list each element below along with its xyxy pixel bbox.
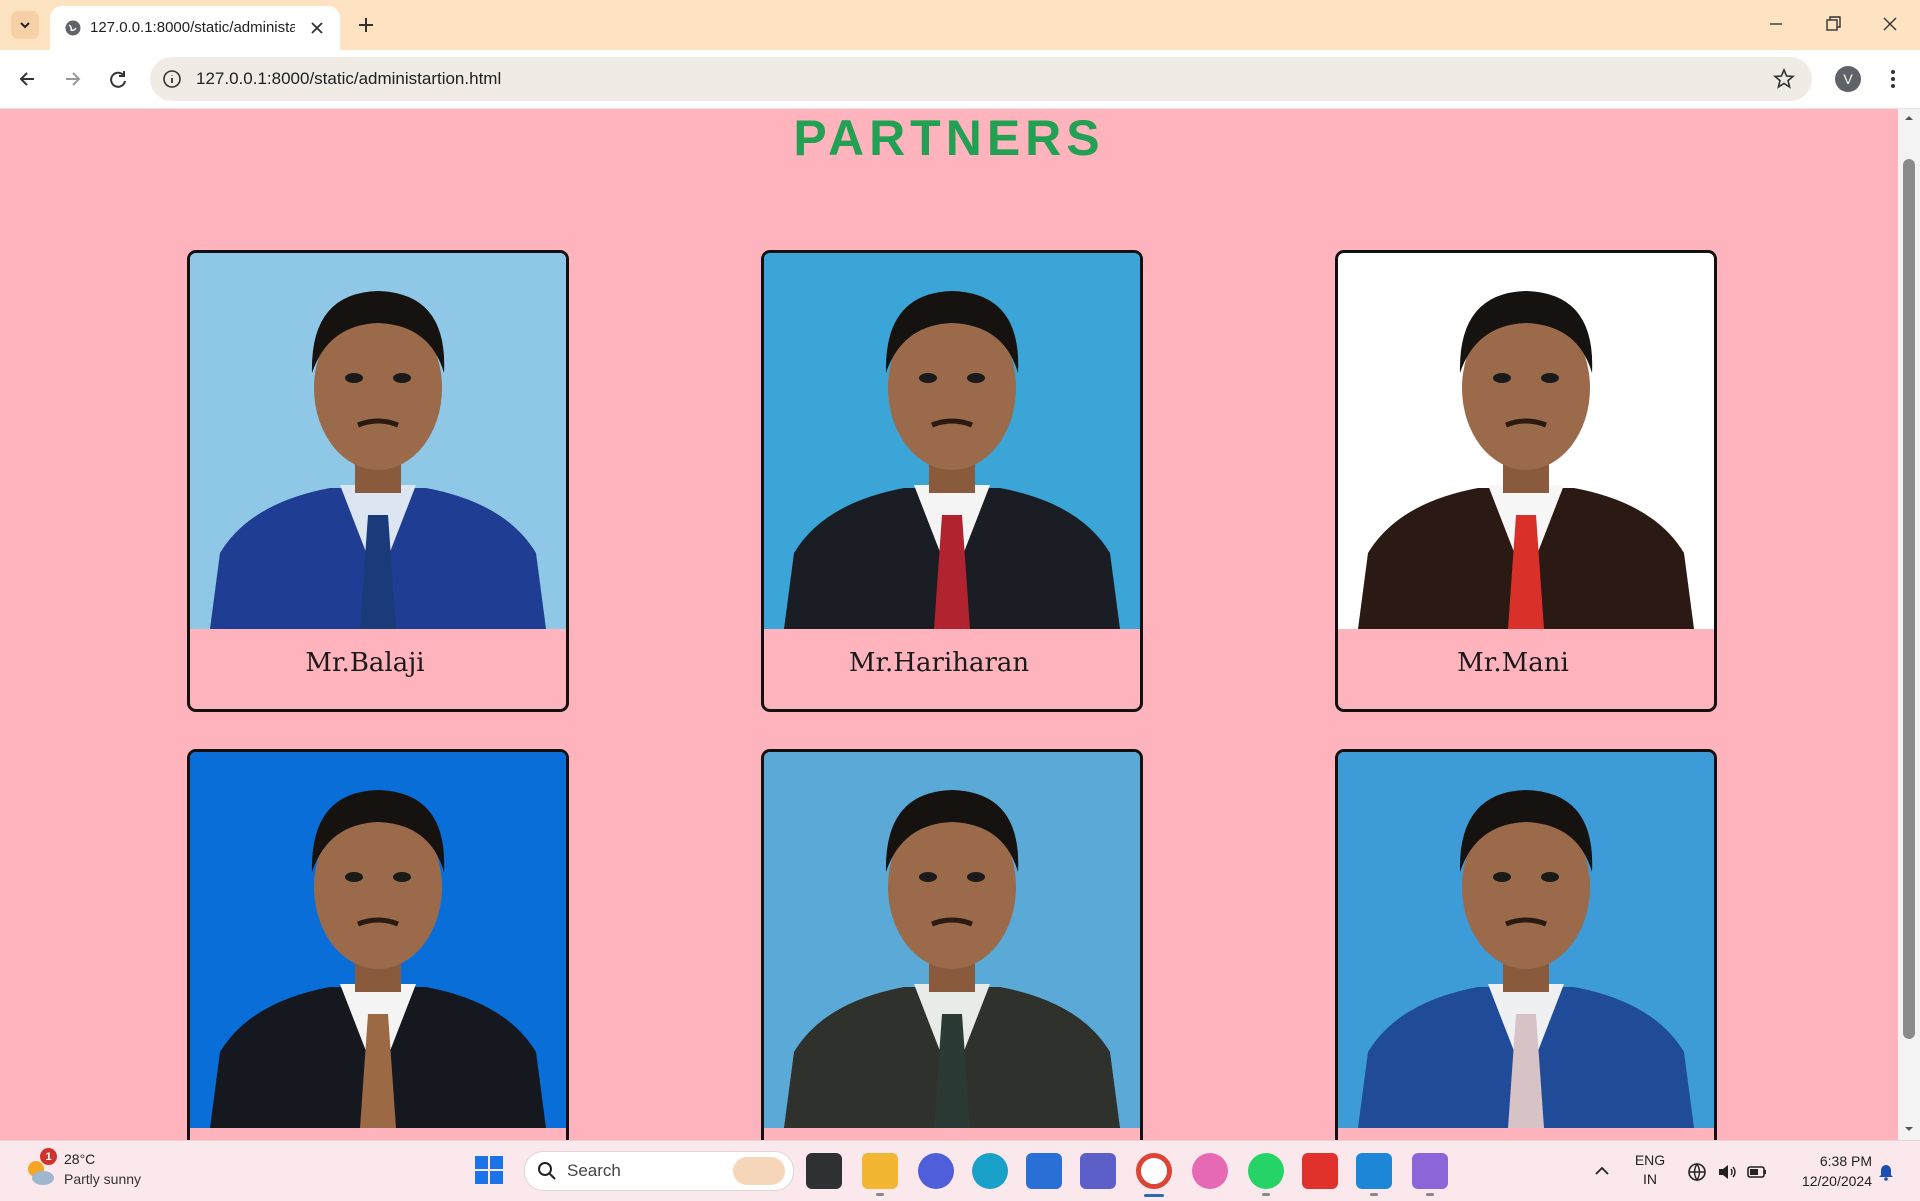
file-explorer-icon[interactable] <box>862 1153 898 1189</box>
partner-card <box>761 749 1143 1140</box>
partner-name: Mr.Mani <box>1457 648 1569 678</box>
copilot-app-icon[interactable] <box>1192 1153 1228 1189</box>
close-icon[interactable] <box>308 19 326 37</box>
right-eye <box>393 373 411 383</box>
notification-bell-icon[interactable] <box>1876 1161 1896 1181</box>
partner-card <box>187 749 569 1140</box>
battery-icon[interactable] <box>1746 1161 1768 1183</box>
kebab-icon[interactable] <box>1880 66 1906 92</box>
left-eye <box>919 872 937 882</box>
tab-title: 127.0.0.1:8000/static/administartion.htm… <box>90 19 295 36</box>
whatsapp-app-icon[interactable] <box>1248 1153 1284 1189</box>
photos-app-icon[interactable] <box>1412 1153 1448 1189</box>
wps-office-icon[interactable] <box>1302 1153 1338 1189</box>
terminal-app-icon[interactable] <box>806 1153 842 1189</box>
language-indicator[interactable]: ENG IN <box>1632 1151 1668 1189</box>
right-eye <box>1541 373 1559 383</box>
region-code: IN <box>1643 1171 1657 1187</box>
reload-icon[interactable] <box>104 65 132 93</box>
partner-card: Mr.Balaji <box>187 250 569 712</box>
plus-icon[interactable] <box>354 13 378 37</box>
arrow-left-icon[interactable] <box>14 65 42 93</box>
clock-time: 6:38 PM <box>1819 1153 1872 1169</box>
scroll-down-icon[interactable] <box>1904 1124 1914 1134</box>
active-tab[interactable]: 127.0.0.1:8000/static/administartion.htm… <box>50 6 340 50</box>
tab-strip: 127.0.0.1:8000/static/administartion.htm… <box>0 0 1920 50</box>
left-eye <box>1493 373 1511 383</box>
weather-temp: 28°C <box>64 1151 96 1167</box>
weather-desc: Partly sunny <box>64 1171 142 1187</box>
partner-card: Mr.Hariharan <box>761 250 1143 712</box>
right-eye <box>393 872 411 882</box>
right-eye <box>967 872 985 882</box>
browser-toolbar: 127.0.0.1:8000/static/administartion.htm… <box>0 50 1920 109</box>
right-eye <box>967 373 985 383</box>
partner-photo <box>764 752 1140 1128</box>
partner-card <box>1335 749 1717 1140</box>
star-icon[interactable] <box>1772 67 1796 91</box>
tab-search-button[interactable] <box>11 11 39 39</box>
system-clock[interactable]: 6:38 PM 12/20/2024 <box>1780 1151 1872 1191</box>
weather-widget[interactable]: 1 28°C Partly sunny <box>22 1148 202 1193</box>
page-title: PARTNERS <box>793 110 1105 166</box>
app-running-indicator <box>1262 1193 1270 1196</box>
left-eye <box>345 872 363 882</box>
clock-date: 12/20/2024 <box>1801 1173 1872 1189</box>
partner-name: Mr.Hariharan <box>848 648 1030 678</box>
teams-app-icon[interactable] <box>1080 1153 1116 1189</box>
partner-photo <box>1338 253 1714 629</box>
partner-card: Mr.Mani <box>1335 250 1717 712</box>
vertical-scrollbar[interactable] <box>1898 109 1920 1140</box>
partner-name: Mr.Balaji <box>305 648 425 678</box>
chevron-up-icon[interactable] <box>1592 1161 1612 1181</box>
left-eye <box>919 373 937 383</box>
profile-avatar[interactable]: V <box>1835 66 1861 92</box>
vscode-app-icon[interactable] <box>1356 1153 1392 1189</box>
left-eye <box>1493 872 1511 882</box>
store-app-icon[interactable] <box>1026 1153 1062 1189</box>
globe-icon <box>65 20 81 36</box>
network-globe-icon[interactable] <box>1686 1161 1708 1183</box>
page-viewport: PARTNERS Mr.Balaji Mr.Hariharan Mr.Mani <box>0 109 1898 1140</box>
volume-icon[interactable] <box>1716 1161 1738 1183</box>
arrow-right-icon[interactable] <box>58 65 86 93</box>
edge-browser-icon[interactable] <box>972 1153 1008 1189</box>
search-placeholder: Search <box>567 1161 621 1180</box>
partner-photo <box>1338 752 1714 1128</box>
partner-photo <box>764 253 1140 629</box>
address-bar[interactable]: 127.0.0.1:8000/static/administartion.htm… <box>150 57 1812 101</box>
taskbar-search[interactable]: Search <box>524 1151 794 1191</box>
language-code: ENG <box>1634 1152 1666 1168</box>
restore-icon[interactable] <box>1821 12 1845 36</box>
windows-start-icon[interactable] <box>474 1155 504 1185</box>
close-window-icon[interactable] <box>1878 12 1902 36</box>
url-text[interactable]: 127.0.0.1:8000/static/administartion.htm… <box>196 69 501 89</box>
app-running-indicator <box>1426 1193 1434 1196</box>
left-eye <box>345 373 363 383</box>
taskbar: 1 28°C Partly sunny Search ENG IN 6:38 P… <box>0 1140 1920 1201</box>
chrome-browser-icon[interactable] <box>1136 1153 1172 1189</box>
minimize-icon[interactable] <box>1764 12 1788 36</box>
right-eye <box>1541 872 1559 882</box>
weather-badge: 1 <box>40 1148 57 1165</box>
chevron-down-icon <box>20 22 30 29</box>
info-icon[interactable] <box>162 69 182 89</box>
partner-photo <box>190 253 566 629</box>
partner-photo <box>190 752 566 1128</box>
app-running-indicator <box>876 1193 884 1196</box>
search-highlight-image <box>733 1157 785 1185</box>
active-app-indicator <box>1144 1194 1164 1197</box>
assistant-app-icon[interactable] <box>918 1153 954 1189</box>
app-running-indicator <box>1370 1193 1378 1196</box>
search-icon <box>538 1162 556 1180</box>
scroll-up-icon[interactable] <box>1904 113 1914 123</box>
scrollbar-thumb[interactable] <box>1903 159 1915 1039</box>
